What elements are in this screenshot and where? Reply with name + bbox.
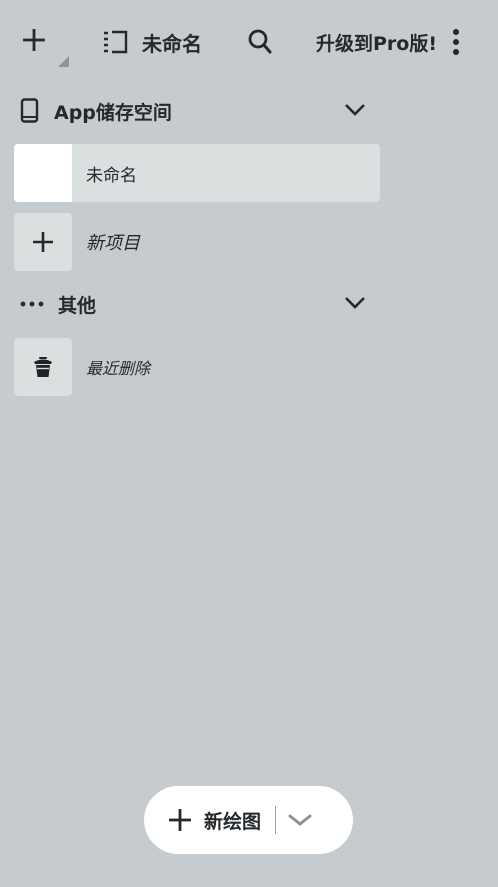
new-project-item[interactable]: 新项目 <box>14 213 140 271</box>
more-options-button[interactable] <box>449 28 463 56</box>
new-drawing-label: 新绘图 <box>204 810 262 833</box>
document-title: 未命名 <box>142 31 202 56</box>
new-project-thumbnail <box>14 213 72 271</box>
plus-icon <box>169 809 191 831</box>
document-title-button[interactable]: 未命名 <box>102 28 202 56</box>
more-horizontal-icon <box>20 301 44 307</box>
search-icon <box>248 29 272 54</box>
recently-deleted-item[interactable]: 最近删除 <box>14 338 150 396</box>
add-button[interactable] <box>22 24 72 70</box>
section-title: 其他 <box>58 294 97 317</box>
section-header-other[interactable]: 其他 <box>18 289 370 319</box>
chevron-down-icon <box>288 814 312 826</box>
phone-icon <box>20 98 39 123</box>
chevron-down-icon <box>345 297 365 309</box>
upgrade-pro-button[interactable]: 升级到Pro版! <box>316 29 437 56</box>
search-button[interactable] <box>247 28 273 56</box>
section-title: App储存空间 <box>54 101 172 124</box>
new-drawing-button[interactable]: 新绘图 <box>144 786 261 854</box>
recently-deleted-label: 最近删除 <box>86 359 151 378</box>
new-drawing-options-button[interactable] <box>276 786 324 854</box>
list-item-untitled[interactable]: 未命名 <box>14 144 380 202</box>
more-vertical-icon-dot <box>453 39 459 45</box>
document-thumbnail <box>14 144 72 202</box>
top-toolbar: 未命名 升级到Pro版! <box>0 0 498 84</box>
recently-deleted-thumbnail <box>14 338 72 396</box>
new-drawing-bar: 新绘图 <box>144 786 353 854</box>
chevron-down-icon <box>345 104 365 116</box>
list-item-label: 未命名 <box>86 165 137 186</box>
sidebar-panel-icon <box>104 30 128 54</box>
section-header-app-storage[interactable]: App储存空间 <box>18 96 370 126</box>
trash-icon <box>34 357 52 377</box>
more-vertical-icon-dot <box>453 49 459 55</box>
plus-icon <box>23 29 45 51</box>
new-project-label: 新项目 <box>86 233 140 254</box>
plus-icon <box>33 232 53 252</box>
more-vertical-icon <box>453 29 459 35</box>
submenu-corner-indicator <box>58 56 69 67</box>
